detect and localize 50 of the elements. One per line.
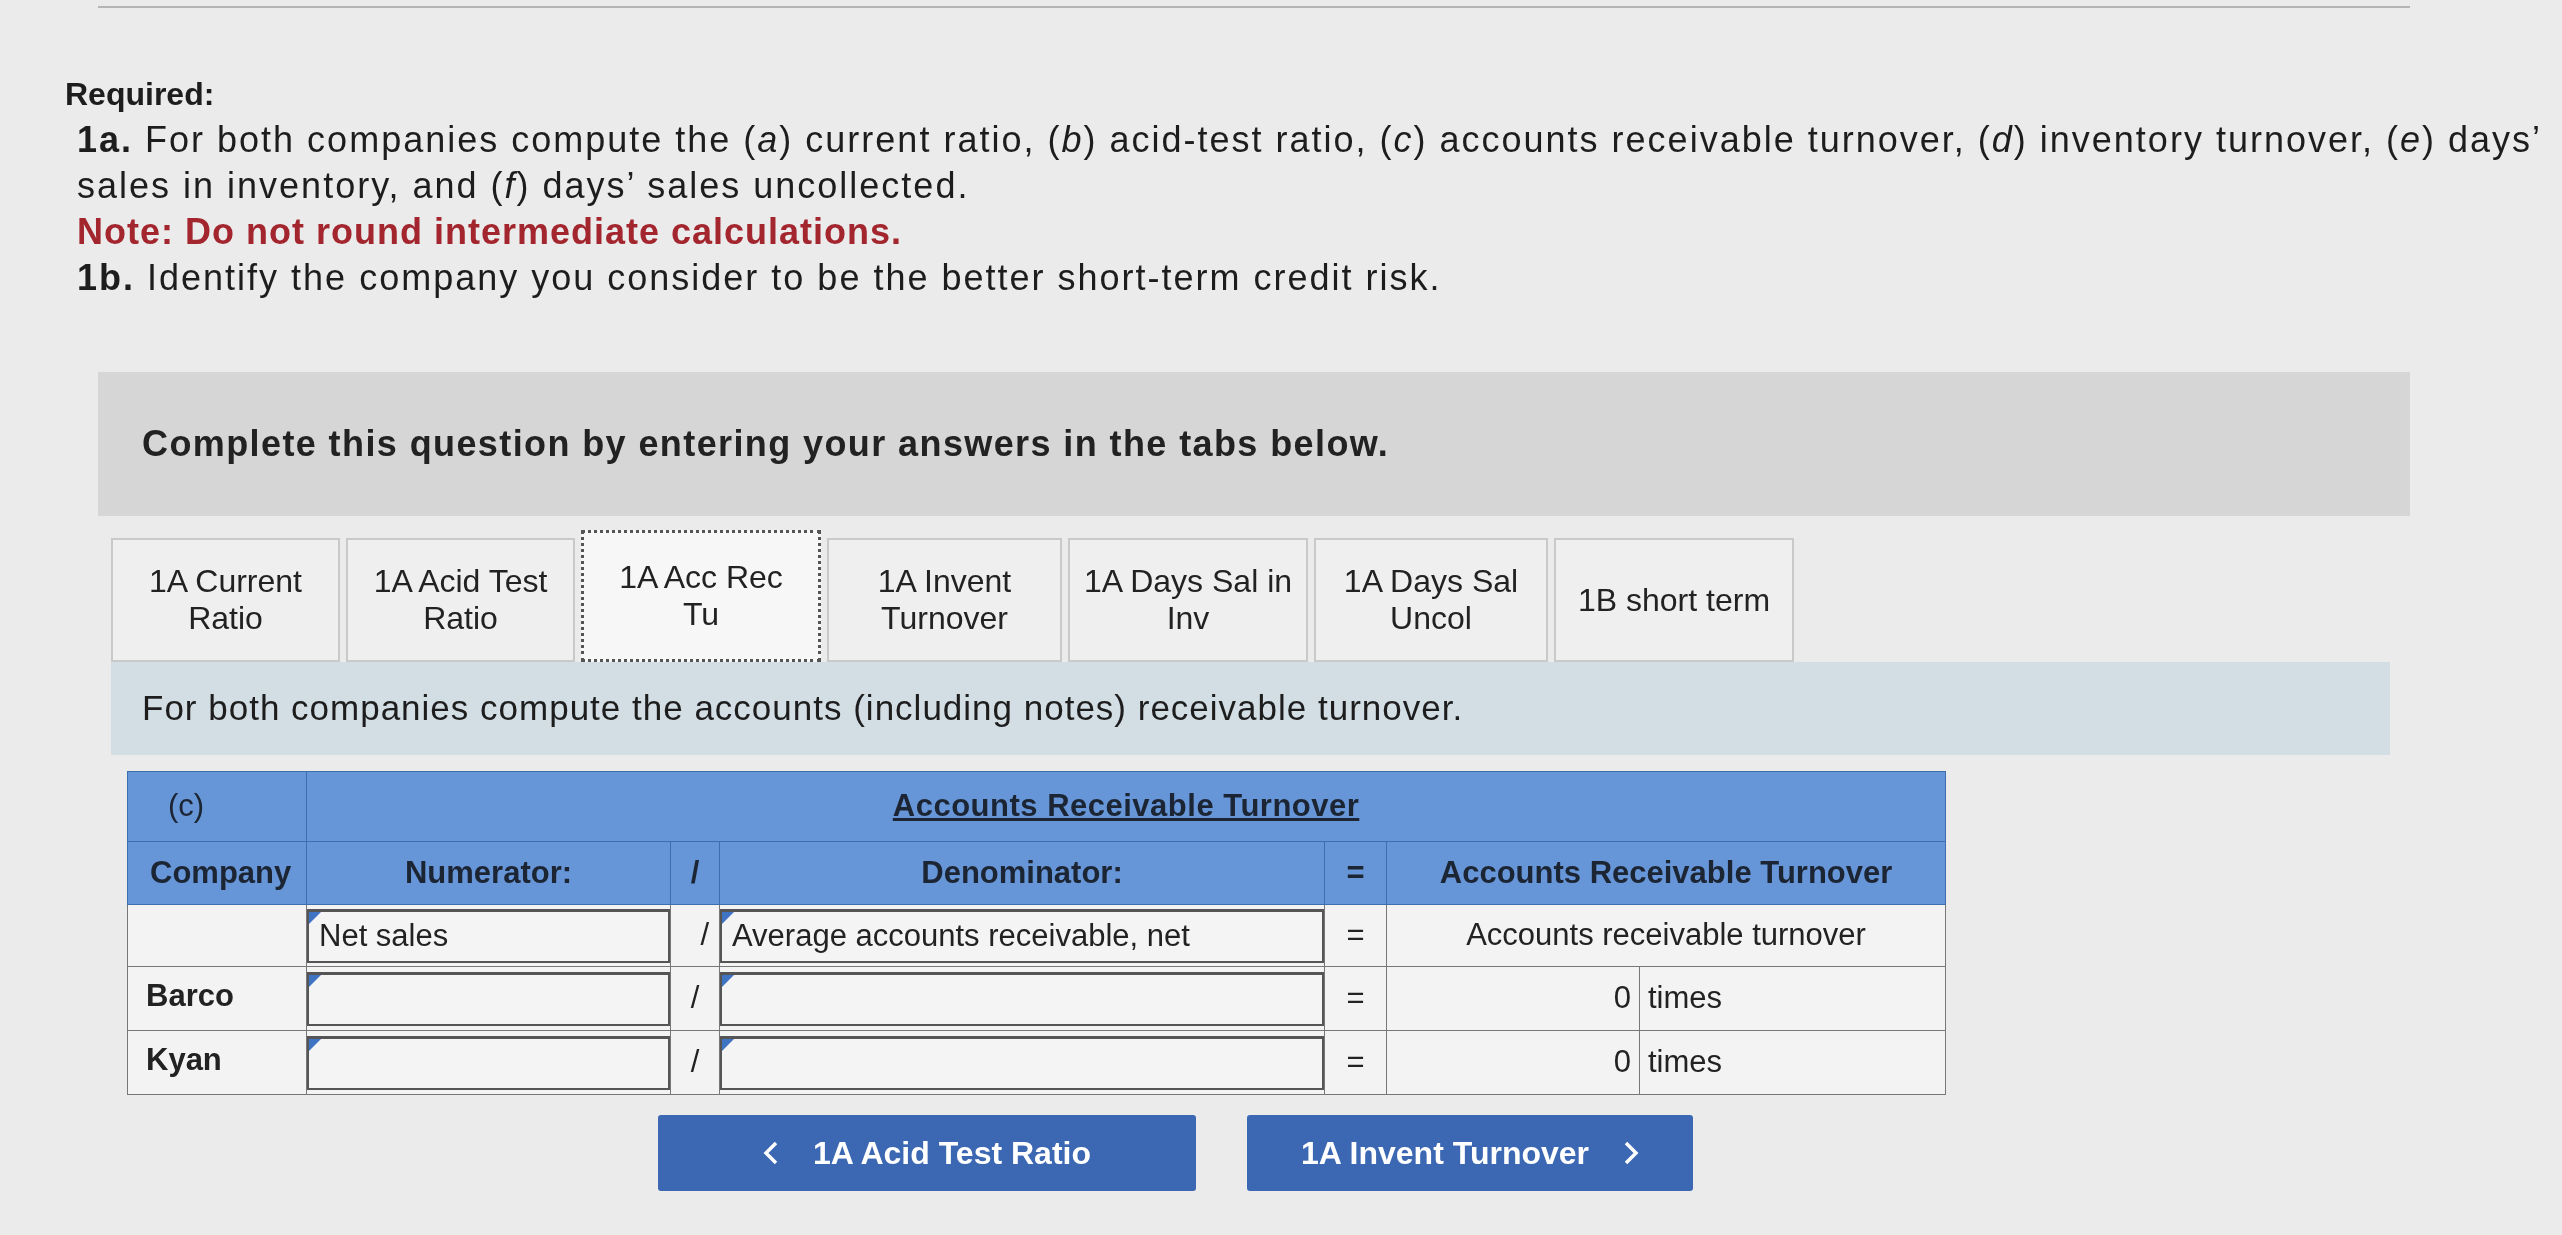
equals-sign: = <box>1346 1044 1365 1080</box>
tab[interactable]: 1A Days Sal in Inv <box>1068 538 1308 662</box>
result-value: 0 <box>1613 980 1631 1016</box>
division-sign: / <box>700 917 709 953</box>
corner-triangle-icon <box>309 911 321 924</box>
unit-label: times <box>1648 980 1723 1016</box>
tab[interactable]: 1A Days Sal Uncol <box>1314 538 1548 662</box>
chevron-left-icon <box>763 1140 779 1166</box>
previous-button[interactable]: 1A Acid Test Ratio <box>658 1115 1196 1191</box>
chevron-right-icon <box>1623 1140 1639 1166</box>
corner-triangle-icon <box>722 1038 734 1051</box>
company-name: Kyan <box>146 1042 222 1077</box>
input-field[interactable]: Net sales <box>307 908 670 963</box>
tab[interactable]: 1A Current Ratio <box>111 538 340 662</box>
unit-label: times <box>1648 1044 1723 1080</box>
tab[interactable]: 1B short term <box>1554 538 1794 662</box>
tab[interactable]: 1A Acid Test Ratio <box>346 538 575 662</box>
input-field[interactable] <box>307 971 670 1026</box>
equals-sign: = <box>1346 917 1365 953</box>
input-field[interactable]: Average accounts receivable, net <box>720 908 1324 963</box>
corner-triangle-icon <box>309 1038 321 1051</box>
column-header: Numerator: <box>404 854 573 890</box>
instruction-text: Complete this question by entering your answers in the tabs below. <box>142 422 1390 466</box>
equals-sign: = <box>1346 980 1365 1016</box>
required-heading: Required: <box>65 75 215 114</box>
division-sign: / <box>690 980 700 1016</box>
tab[interactable]: 1A Invent Turnover <box>827 538 1062 662</box>
prompt-text: For both companies compute the accounts (including notes) receivable turnover. <box>142 687 1464 730</box>
column-header: / <box>690 854 700 890</box>
input-field[interactable] <box>720 971 1324 1026</box>
question-part: 1b. Identify the company you consider to be the better short-term credit risk. <box>77 256 1443 300</box>
input-field[interactable] <box>307 1035 670 1090</box>
input-field[interactable] <box>720 1035 1324 1090</box>
division-sign: / <box>690 1044 700 1080</box>
column-header: = <box>1346 854 1365 890</box>
company-name: Barco <box>146 978 234 1013</box>
result-label: Accounts receivable turnover <box>1466 917 1866 953</box>
corner-triangle-icon <box>309 974 321 987</box>
question-part: 1a. For both companies compute the (a) current ratio, (b) acid-test ratio, (c) accounts receivable turnover, (d) inventory turnover, (e) days’ sales in inventory, and (f) days’ sales uncollected. <box>77 118 2542 208</box>
table-title: Accounts Receivable Turnover <box>892 788 1360 824</box>
corner-triangle-icon <box>722 911 734 924</box>
note-text: Note: Do not round intermediate calculations. <box>77 210 903 254</box>
section-label: (c) <box>168 788 205 824</box>
next-button[interactable]: 1A Invent Turnover <box>1247 1115 1693 1191</box>
column-header: Accounts Receivable Turnover <box>1439 854 1893 890</box>
column-header: Denominator: <box>921 854 1123 890</box>
column-header: Company <box>150 854 292 890</box>
tab[interactable]: 1A Acc Rec Tu <box>581 530 821 662</box>
result-value: 0 <box>1613 1044 1631 1080</box>
corner-triangle-icon <box>722 974 734 987</box>
